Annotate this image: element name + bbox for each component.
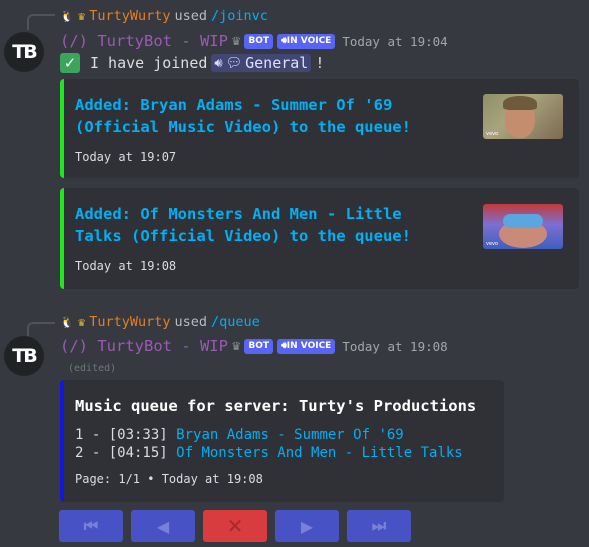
queue-row-prefix: 2 - [04:15] xyxy=(75,445,177,461)
embed-title-line: Added: Of Monsters And Men - Little xyxy=(75,205,402,223)
hair-shape xyxy=(503,96,537,110)
first-page-button[interactable]: ⏮ xyxy=(59,510,123,542)
video-thumbnail[interactable]: vevo xyxy=(483,204,563,249)
previous-page-button[interactable]: ◀ xyxy=(131,510,195,542)
embed-title-line: Added: Bryan Adams - Summer Of '69 xyxy=(75,96,393,114)
message-header: (/) TurtyBot - WIP ♛ BOT 🔊︎IN VOICE Toda… xyxy=(60,30,448,52)
edited-label: (edited) xyxy=(68,363,117,374)
reply-connector xyxy=(27,14,55,30)
penguin-avatar-icon: 🐧 xyxy=(60,9,74,23)
embed-footer: Today at 19:07 xyxy=(75,150,177,164)
channel-name: General xyxy=(245,54,309,72)
embed-title[interactable]: Added: Of Monsters And Men - Little Talk… xyxy=(75,203,475,247)
speaker-icon: 🔊︎ xyxy=(214,55,223,71)
reply-command[interactable]: /joinvc xyxy=(211,8,268,24)
content-suffix: ! xyxy=(315,54,325,72)
bot-avatar[interactable]: TB xyxy=(4,32,44,72)
queue-title: Music queue for server: Turty's Producti… xyxy=(75,397,477,415)
in-voice-badge-label: IN VOICE xyxy=(286,340,332,351)
speech-bubble-icon: 💬︎ xyxy=(225,55,243,71)
message-content: ✓ I have joined 🔊︎ 💬︎ General ! xyxy=(60,52,324,74)
vevo-label: vevo xyxy=(486,131,499,137)
queue-row: 2 - [04:15] Of Monsters And Men - Little… xyxy=(75,445,463,461)
channel-mention[interactable]: 🔊︎ 💬︎ General xyxy=(211,54,312,72)
in-voice-badge: 🔊︎IN VOICE xyxy=(277,33,336,49)
reply-used-text: used xyxy=(174,314,208,330)
penguin-avatar-icon: 🐧 xyxy=(60,315,74,329)
queue-added-embed: Added: Of Monsters And Men - Little Talk… xyxy=(60,188,579,289)
queue-row: 1 - [03:33] Bryan Adams - Summer Of '69 xyxy=(75,427,404,443)
queue-song-link[interactable]: Bryan Adams - Summer Of '69 xyxy=(176,427,404,443)
queue-song-link[interactable]: Of Monsters And Men - Little Talks xyxy=(176,445,463,461)
next-icon: ▶ xyxy=(300,516,314,536)
reply-command[interactable]: /queue xyxy=(211,314,260,330)
vevo-label: vevo xyxy=(486,241,499,247)
embed-title-line: (Official Music Video) to the queue! xyxy=(75,118,411,136)
crown-icon: ♛ xyxy=(231,33,241,49)
queue-embed: Music queue for server: Turty's Producti… xyxy=(60,380,504,502)
crown-icon: ♛ xyxy=(231,338,241,354)
queue-row-prefix: 1 - [03:33] xyxy=(75,427,177,443)
last-page-icon: ⏭ xyxy=(371,516,387,535)
bot-badge: BOT xyxy=(244,338,274,354)
reply-username[interactable]: TurtyWurty xyxy=(89,314,170,330)
in-voice-badge: 🔊︎IN VOICE xyxy=(277,338,336,354)
next-page-button[interactable]: ▶ xyxy=(275,510,339,542)
last-page-button[interactable]: ⏭ xyxy=(347,510,411,542)
avatar-initials: TB xyxy=(12,41,37,63)
close-button[interactable]: ✕ xyxy=(203,510,267,542)
previous-icon: ◀ xyxy=(156,516,170,536)
in-voice-badge-label: IN VOICE xyxy=(286,35,332,46)
reply-context[interactable]: 🐧 ♛ TurtyWurty used /joinvc xyxy=(60,6,268,26)
bot-avatar[interactable]: TB xyxy=(4,336,44,376)
message-timestamp[interactable]: Today at 19:08 xyxy=(342,339,447,354)
embed-title-line: Talks (Official Video) to the queue! xyxy=(75,227,411,245)
content-text: I have joined xyxy=(90,54,208,72)
reply-context[interactable]: 🐧 ♛ TurtyWurty used /queue xyxy=(60,312,260,332)
bot-username[interactable]: (/) TurtyBot - WIP xyxy=(60,32,228,50)
check-icon: ✓ xyxy=(60,53,80,73)
crown-icon: ♛ xyxy=(78,315,86,329)
reply-used-text: used xyxy=(174,8,208,24)
crown-icon: ♛ xyxy=(78,9,86,23)
queue-added-embed: Added: Bryan Adams - Summer Of '69 (Offi… xyxy=(60,79,579,178)
queue-footer: Page: 1/1 • Today at 19:08 xyxy=(75,472,263,486)
bot-username[interactable]: (/) TurtyBot - WIP xyxy=(60,337,228,355)
reply-username[interactable]: TurtyWurty xyxy=(89,8,170,24)
video-thumbnail[interactable]: vevo xyxy=(483,94,563,139)
message-timestamp[interactable]: Today at 19:04 xyxy=(342,34,447,49)
first-page-icon: ⏮ xyxy=(83,516,99,535)
avatar-initials: TB xyxy=(12,345,37,367)
embed-footer: Today at 19:08 xyxy=(75,259,177,273)
reply-connector xyxy=(27,322,55,338)
embed-title[interactable]: Added: Bryan Adams - Summer Of '69 (Offi… xyxy=(75,94,475,138)
bot-badge: BOT xyxy=(244,33,274,49)
goggles-shape xyxy=(503,214,543,228)
close-icon: ✕ xyxy=(226,514,244,538)
message-header: (/) TurtyBot - WIP ♛ BOT 🔊︎IN VOICE Toda… xyxy=(60,335,448,357)
